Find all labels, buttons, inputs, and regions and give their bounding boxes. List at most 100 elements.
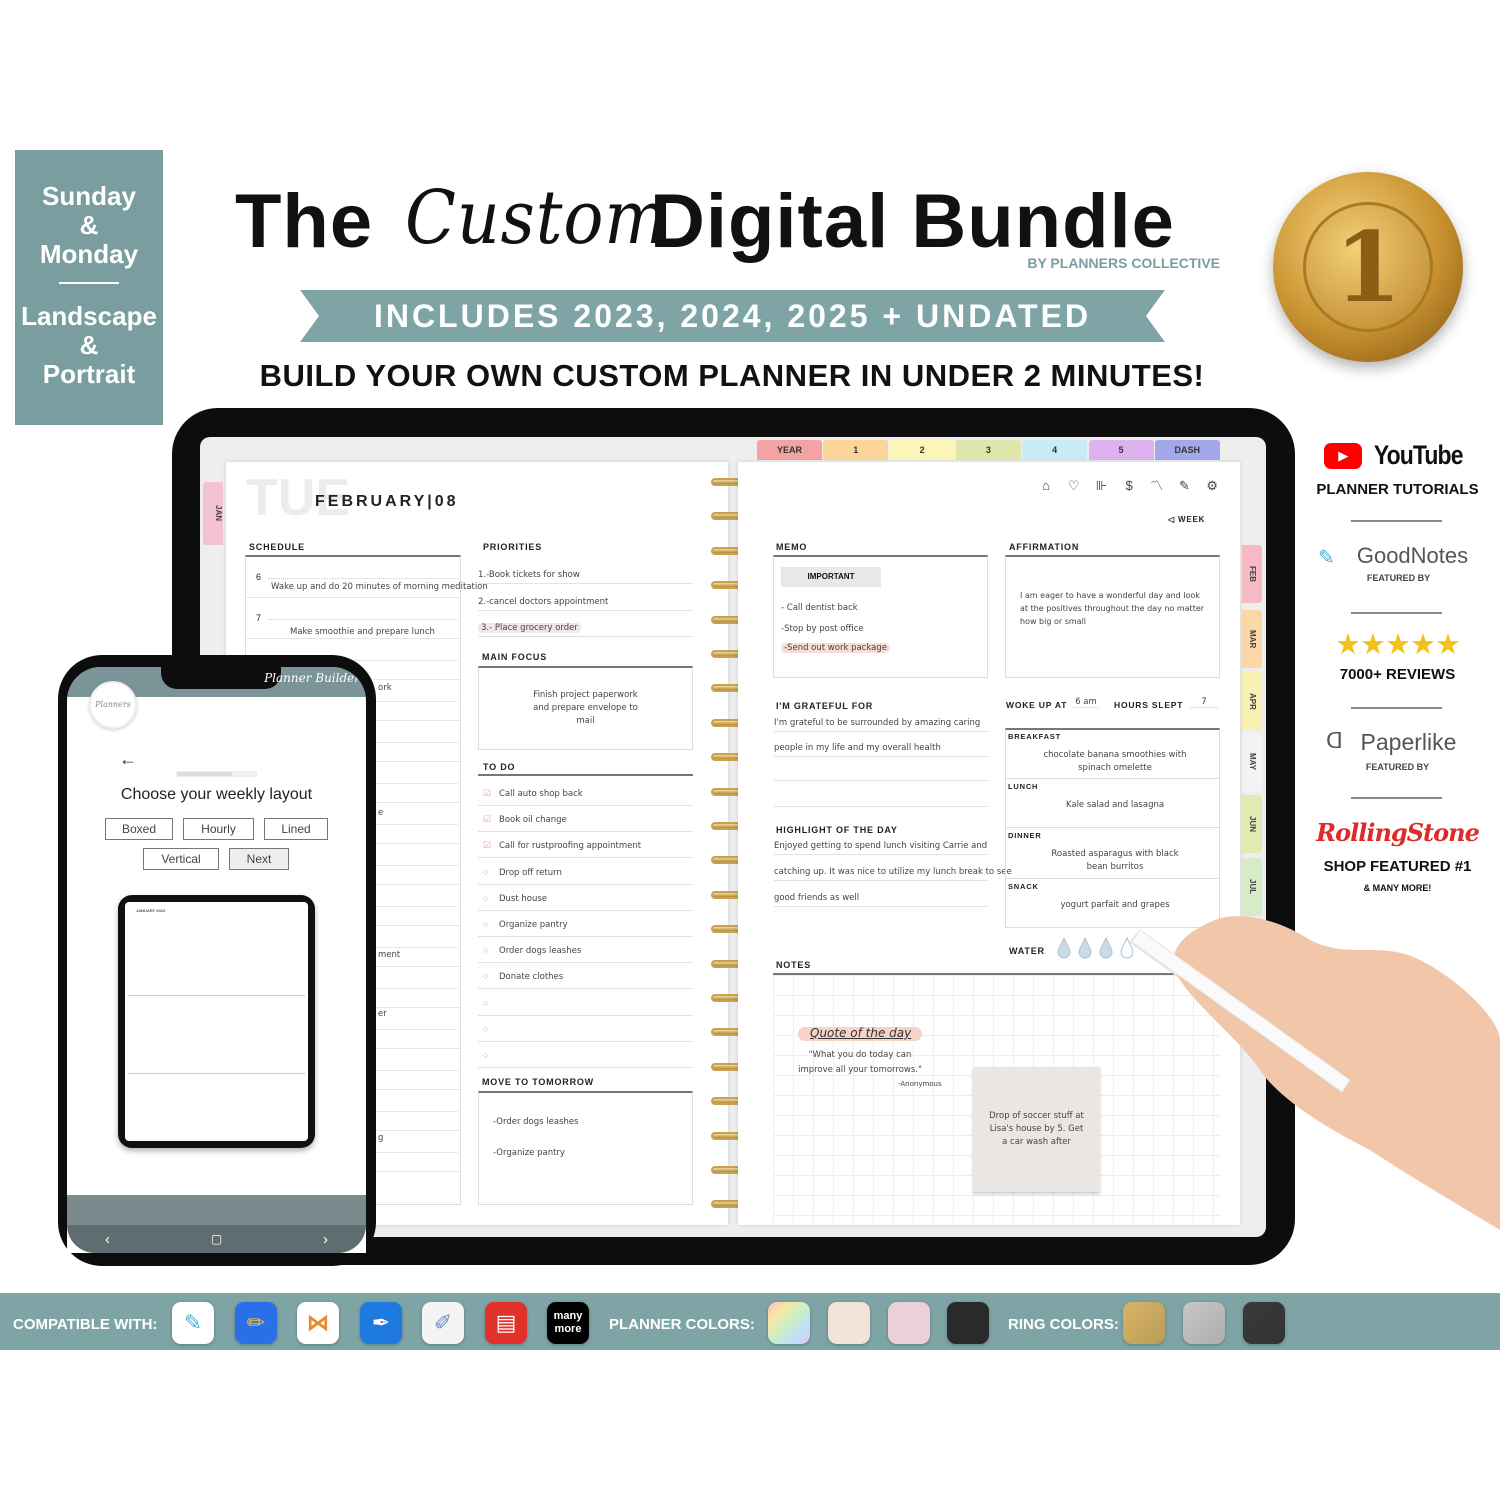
tab-jan[interactable]: JAN (203, 482, 223, 545)
tab-mar[interactable]: MAR (1242, 610, 1262, 668)
xodo-app-icon: ⋈ (297, 1302, 339, 1344)
ring-color-gold[interactable] (1123, 1302, 1165, 1344)
brand-logo: Planners (89, 681, 137, 729)
move-item: -Order dogs leashes (493, 1117, 579, 1127)
tab-jun[interactable]: JUN (1242, 795, 1262, 853)
tab-apr[interactable]: APR (1242, 672, 1262, 730)
tab-year[interactable]: YEAR (757, 440, 822, 460)
todo-item[interactable]: ☑ Call for rustproofing appointment (478, 838, 693, 859)
compatible-label: COMPATIBLE WITH: (13, 1316, 158, 1333)
todo-item[interactable]: ○ Dust house (478, 891, 693, 911)
grateful-line[interactable]: people in my life and my overall health (774, 743, 988, 757)
todo-item[interactable]: ○ (478, 1048, 693, 1068)
vertical-option[interactable]: Vertical (143, 848, 219, 870)
checkbox-icon[interactable]: ○ (483, 867, 488, 877)
meal-text[interactable]: Kale salad and lasagna (1040, 799, 1190, 812)
main-focus-box[interactable]: Finish project paperwork and prepare env… (478, 666, 693, 750)
checked-icon[interactable]: ☑ (483, 788, 491, 799)
lined-option[interactable]: Lined (264, 818, 328, 840)
todo-item[interactable]: ○ (478, 1022, 693, 1042)
divider (59, 282, 119, 284)
tab-may[interactable]: MAY (1242, 733, 1262, 791)
woke-up-label: WOKE UP AT (1006, 700, 1068, 710)
schedule-entry[interactable]: Make smoothie and prepare lunch (290, 627, 435, 637)
todo-item[interactable]: ○ Order dogs leashes (478, 943, 693, 964)
divider (1351, 612, 1442, 614)
woke-up-value[interactable]: 6 am (1073, 697, 1099, 708)
checkbox-icon[interactable]: ○ (483, 971, 488, 981)
nav-back-icon[interactable]: ‹ (105, 1231, 110, 1248)
memo-title: MEMO (776, 542, 808, 552)
pencil-icon[interactable]: ✎ (1177, 478, 1193, 494)
todo-item[interactable]: ○ Drop off return (478, 865, 693, 885)
tab-feb[interactable]: FEB (1242, 545, 1262, 603)
heart-icon[interactable]: ♡ (1066, 478, 1082, 494)
hourly-option[interactable]: Hourly (183, 818, 254, 840)
meal-text[interactable]: chocolate banana smoothies with spinach … (1040, 749, 1190, 775)
youtube-logo: ▶ YouTube (1300, 440, 1495, 471)
tab-5[interactable]: 5 (1088, 440, 1154, 460)
checkbox-icon[interactable]: ○ (483, 1024, 488, 1034)
tab-2[interactable]: 2 (889, 440, 955, 460)
todo-item[interactable]: ○ Donate clothes (478, 969, 693, 990)
checkbox-icon[interactable]: ○ (483, 1050, 488, 1060)
highlight-line[interactable]: catching up. It was nice to utilize my l… (774, 867, 1012, 881)
chart-icon[interactable]: 〽 (1149, 478, 1165, 494)
water-drop-filled-icon[interactable] (1057, 937, 1071, 959)
meal-text[interactable]: Roasted asparagus with black bean burrit… (1040, 848, 1190, 874)
priority-item[interactable]: 2.-cancel doctors appointment (478, 597, 693, 611)
ring-color-black[interactable] (1243, 1302, 1285, 1344)
affirmation-title: AFFIRMATION (1009, 542, 1080, 552)
water-drop-filled-icon[interactable] (1078, 937, 1092, 959)
water-drop-filled-icon[interactable] (1099, 937, 1113, 959)
week-link[interactable]: ◁ WEEK (1168, 515, 1205, 524)
checkbox-icon[interactable]: ○ (483, 893, 488, 903)
nav-home-icon[interactable]: ▢ (211, 1232, 222, 1246)
todo-text: Call for rustproofing appointment (499, 841, 642, 852)
todo-item[interactable]: ☑ Book oil change (478, 812, 693, 833)
schedule-entry-fragment: er (378, 1009, 387, 1019)
checkbox-icon[interactable]: ○ (483, 919, 488, 929)
todo-item[interactable]: ☑ Call auto shop back (478, 786, 693, 806)
grateful-line[interactable]: I'm grateful to be surrounded by amazing… (774, 718, 988, 732)
sticky-note[interactable]: Drop of soccer stuff at Lisa's house by … (973, 1067, 1100, 1192)
priority-item[interactable]: 1.-Book tickets for show (478, 570, 693, 584)
home-icon[interactable]: ⌂ (1038, 478, 1054, 494)
tab-dash[interactable]: DASH (1154, 440, 1220, 460)
checkbox-icon[interactable]: ○ (483, 998, 488, 1008)
boxed-option[interactable]: Boxed (105, 818, 173, 840)
todo-text: Organize pantry (499, 920, 568, 930)
todo-item[interactable]: ○ (478, 996, 693, 1016)
planner-color-beige[interactable] (828, 1302, 870, 1344)
todo-item[interactable]: ○ Organize pantry (478, 917, 693, 937)
ring-color-silver[interactable] (1183, 1302, 1225, 1344)
tab-4[interactable]: 4 (1022, 440, 1088, 460)
gear-icon[interactable]: ⚙ (1204, 478, 1220, 494)
quote-author: -Anonymous (898, 1080, 942, 1088)
checkbox-icon[interactable]: ○ (483, 945, 488, 955)
priority-item[interactable]: 3.- Place grocery order (478, 623, 693, 637)
schedule-entry[interactable]: Wake up and do 20 minutes of morning med… (271, 582, 488, 592)
todo-title: TO DO (483, 762, 516, 772)
planner-color-rainbow[interactable] (768, 1302, 810, 1344)
many-more-caption: & MANY MORE! (1363, 883, 1432, 893)
schedule-row-line (246, 597, 460, 598)
tab-3[interactable]: 3 (955, 440, 1021, 460)
planner-color-pink[interactable] (888, 1302, 930, 1344)
tab-1[interactable]: 1 (823, 440, 889, 460)
grateful-title: I'M GRATEFUL FOR (776, 701, 874, 711)
checked-icon[interactable]: ☑ (483, 840, 491, 851)
affirmation-box[interactable]: I am eager to have a wonderful day and l… (1005, 555, 1220, 678)
planner-color-black[interactable] (947, 1302, 989, 1344)
highlight-line[interactable]: Enjoyed getting to spend lunch visiting … (774, 841, 988, 855)
next-button[interactable]: Next (229, 848, 289, 870)
checked-icon[interactable]: ☑ (483, 814, 491, 825)
back-arrow-icon[interactable]: ← (119, 749, 137, 770)
badge-text: Landscape (21, 301, 157, 331)
nav-forward-icon[interactable]: › (323, 1231, 328, 1248)
dollar-icon[interactable]: $ (1121, 478, 1137, 494)
highlight-line[interactable]: good friends as well (774, 893, 988, 907)
hours-slept-value[interactable]: 7 (1190, 697, 1218, 708)
divider (1351, 707, 1442, 709)
dumbbell-icon[interactable]: ⊪ (1093, 478, 1109, 494)
